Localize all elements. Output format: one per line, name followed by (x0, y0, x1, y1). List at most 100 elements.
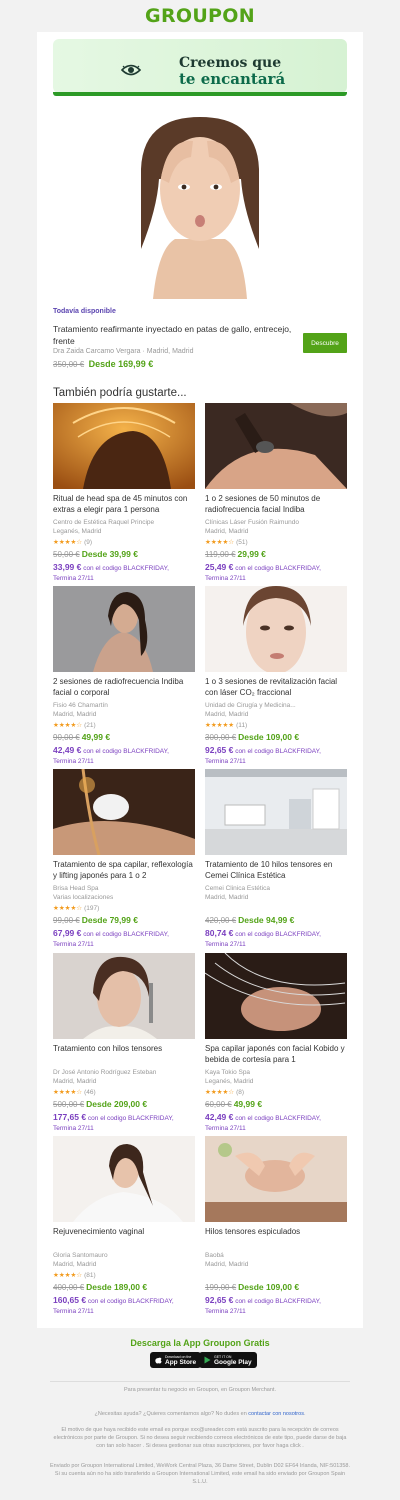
footer-divider (50, 1381, 350, 1382)
deal-image[interactable] (53, 403, 195, 489)
deal-title[interactable]: Ritual de head spa de 45 minutos con ext… (53, 493, 195, 515)
help-period: . (303, 1411, 306, 1417)
old-price: 99,00 € (53, 916, 80, 925)
current-price: 49,99 € (233, 1099, 263, 1109)
deal-merchant: Clínicas Láser Fusión Raimundo (205, 519, 299, 526)
promo-code-text: con el codigo BLACKFRIDAY, (235, 931, 321, 938)
old-price: 90,00 € (53, 733, 80, 742)
deal-location: Madrid, Madrid (205, 711, 249, 718)
old-price: 60,00 € (205, 1100, 232, 1109)
deal-card[interactable]: 1 o 3 sesiones de revitalización facial … (205, 586, 347, 767)
deal-merchant-info: Dr José Antonio Rodríguez Esteban Madrid,… (53, 1068, 195, 1086)
promo-end-text: Termina 27/11 (53, 1125, 94, 1132)
current-price: Desde 94,99 € (238, 915, 295, 925)
deal-merchant: Brisa Head Spa (53, 885, 99, 892)
promo-end-text: Termina 27/11 (205, 941, 246, 948)
deal-card[interactable]: Spa capilar japonés con facial Kobido y … (205, 953, 347, 1134)
deal-image[interactable] (205, 586, 347, 672)
deal-title[interactable]: Rejuvenecimiento vaginal (53, 1226, 195, 1248)
deal-image[interactable] (53, 1136, 195, 1222)
help-question: ¿Necesitas ayuda? ¿Quieres comentarnos a… (94, 1411, 247, 1417)
rating-stars: ★★★★☆ (8) (205, 1088, 347, 1097)
deal-title[interactable]: Tratamiento de spa capilar, reflexología… (53, 859, 195, 881)
hero-current-price: Desde 169,99 € (88, 359, 154, 369)
discover-button[interactable]: Descubre (303, 333, 347, 353)
deal-merchant: Unidad de Cirugía y Medicina... (205, 702, 296, 709)
section-title: También podría gustarte... (53, 387, 187, 399)
promo-price: 177,65 € (53, 1112, 87, 1122)
email-card: Creemos que te encantará Todavía disponi… (37, 32, 363, 1328)
promo-price: 80,74 € (205, 928, 234, 938)
promo-price: 92,65 € (205, 745, 234, 755)
deal-location: Madrid, Madrid (205, 528, 249, 535)
promo-code-text: con el codigo BLACKFRIDAY, (235, 1115, 321, 1122)
deal-card[interactable]: Tratamiento de 10 hilos tensores en Ceme… (205, 769, 347, 950)
deal-merchant: Fisio 46 Chamartín (53, 702, 108, 709)
deal-title[interactable]: Tratamiento con hilos tensores (53, 1043, 195, 1065)
deal-card[interactable]: Tratamiento con hilos tensores Dr José An… (53, 953, 195, 1134)
deal-title[interactable]: 1 o 3 sesiones de revitalización facial … (205, 676, 347, 698)
current-price: Desde 79,99 € (81, 915, 138, 925)
deal-image[interactable] (205, 769, 347, 855)
deal-location: Leganés, Madrid (205, 1078, 254, 1085)
deal-price: 50,00 € Desde 39,99 € (53, 548, 195, 561)
deal-card[interactable]: Ritual de head spa de 45 minutos con ext… (53, 403, 195, 584)
deal-title[interactable]: Tratamiento de 10 hilos tensores en Ceme… (205, 859, 347, 881)
groupon-logo[interactable]: GROUPON (0, 0, 400, 32)
app-store-big: App Store (165, 1358, 197, 1366)
banner-line-1: Creemos que (179, 55, 282, 71)
promo-text: 92,65 € con el codigo BLACKFRIDAY, Termin… (205, 745, 347, 767)
old-price: 50,00 € (53, 550, 80, 559)
google-play-badge[interactable]: GET IT ON Google Play (199, 1352, 257, 1368)
deal-image[interactable] (205, 403, 347, 489)
current-price: Desde 109,00 € (238, 732, 300, 742)
current-price: Desde 189,00 € (86, 1282, 148, 1292)
contact-link[interactable]: contactar con nosotros (248, 1411, 304, 1417)
legal-text: Enviado por Groupon International Limite… (50, 1463, 351, 1485)
deal-merchant-info: Centro de Estética Raquel Principe Legané… (53, 518, 195, 536)
deal-card[interactable]: Rejuvenecimiento vaginal Gloria Santomaur… (53, 1136, 195, 1317)
hero-deal-image[interactable] (53, 109, 347, 299)
deal-card[interactable]: 2 sesiones de radiofrecuencia Indiba fac… (53, 586, 195, 767)
deal-title[interactable]: Hilos tensores espiculados (205, 1226, 347, 1248)
download-app-title: Descarga la App Groupon Gratis (130, 1338, 270, 1348)
review-count: (9) (84, 539, 93, 546)
apple-icon (155, 1357, 162, 1364)
old-price: 420,00 € (205, 916, 237, 925)
review-count: (46) (84, 1089, 96, 1096)
deal-location: Madrid, Madrid (205, 894, 249, 901)
deal-title[interactable]: 2 sesiones de radiofrecuencia Indiba fac… (53, 676, 195, 698)
deal-image[interactable] (53, 953, 195, 1039)
promo-code-text: con el codigo BLACKFRIDAY, (87, 1298, 174, 1305)
promo-price: 160,65 € (53, 1295, 87, 1305)
promo-price: 33,99 € (53, 562, 82, 572)
rating-stars: ★★★★☆ (46) (53, 1088, 195, 1097)
promo-text: 42,49 € con el codigo BLACKFRIDAY, Termin… (53, 745, 195, 767)
hero-deal-title[interactable]: Tratamiento reafirmante inyectado en pat… (53, 323, 303, 347)
deal-price: 119,00 €29,99 € (205, 548, 347, 561)
deal-image[interactable] (205, 953, 347, 1039)
deal-card[interactable]: Hilos tensores espiculados Baobá Madrid, M… (205, 1136, 347, 1317)
star-icons: ★★★★☆ (53, 1272, 83, 1279)
deal-title[interactable]: Spa capilar japonés con facial Kobido y … (205, 1043, 347, 1065)
deal-price: 60,00 €49,99 € (205, 1098, 347, 1111)
deal-image[interactable] (205, 1136, 347, 1222)
deal-card[interactable]: Tratamiento de spa capilar, reflexología… (53, 769, 195, 950)
deal-merchant: Cemei Clinica Estética (205, 885, 271, 892)
review-count: (21) (84, 722, 96, 729)
deal-title[interactable]: 1 o 2 sesiones de 50 minutos de radiofre… (205, 493, 347, 515)
rating-stars: ★★★★☆ (21) (53, 721, 195, 730)
current-price: Desde 209,00 € (86, 1099, 148, 1109)
promo-end-text: Termina 27/11 (205, 1308, 246, 1315)
promo-code-text: con el codigo BLACKFRIDAY, (83, 931, 169, 938)
promo-end-text: Termina 27/11 (53, 575, 94, 582)
deal-image[interactable] (53, 586, 195, 672)
deal-image[interactable] (53, 769, 195, 855)
deal-location: Madrid, Madrid (53, 1261, 97, 1268)
app-store-badge[interactable]: Download on the App Store (150, 1352, 202, 1368)
eye-icon (121, 64, 141, 76)
deal-location: Madrid, Madrid (53, 1078, 97, 1085)
hero-old-price: 350,00 € (53, 360, 85, 369)
deal-merchant: Baobá (205, 1252, 224, 1259)
deal-card[interactable]: 1 o 2 sesiones de 50 minutos de radiofre… (205, 403, 347, 584)
